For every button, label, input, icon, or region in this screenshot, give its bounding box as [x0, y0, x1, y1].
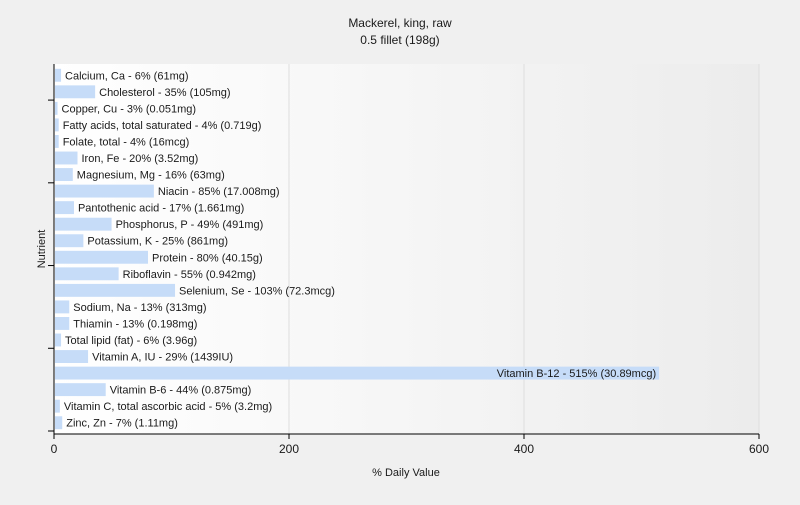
bar — [55, 399, 60, 413]
bar-label: Magnesium, Mg - 16% (63mg) — [77, 170, 225, 182]
bar — [55, 234, 84, 248]
x-tick-label: 600 — [749, 442, 769, 456]
bar-label: Sodium, Na - 13% (313mg) — [73, 302, 206, 314]
bar — [55, 250, 148, 264]
bar-label: Cholesterol - 35% (105mg) — [99, 87, 230, 99]
bar-label: Potassium, K - 25% (861mg) — [87, 236, 228, 248]
bar — [55, 283, 176, 297]
bar-label: Total lipid (fat) - 6% (3.96g) — [65, 335, 197, 347]
x-axis-title: % Daily Value — [372, 467, 440, 479]
bar-chart: Mackerel, king, raw 0.5 fillet (198g) Ca… — [36, 16, 769, 479]
chart-title: Mackerel, king, raw — [348, 16, 452, 30]
bar-label: Iron, Fe - 20% (3.52mg) — [82, 153, 199, 165]
bar — [55, 151, 78, 165]
bar — [55, 118, 59, 132]
bar — [55, 416, 63, 430]
bar-label: Copper, Cu - 3% (0.051mg) — [62, 103, 197, 115]
bar-label: Fatty acids, total saturated - 4% (0.719… — [63, 120, 262, 132]
bar-label: Vitamin B-6 - 44% (0.875mg) — [110, 385, 252, 397]
bar — [55, 350, 89, 363]
bar — [55, 135, 59, 148]
x-tick-label: 400 — [514, 442, 534, 456]
bar — [55, 101, 58, 115]
chart-root: Mackerel, king, raw 0.5 fillet (198g) Ca… — [0, 0, 800, 500]
bar — [55, 267, 119, 281]
chart-subtitle: 0.5 fillet (198g) — [360, 33, 439, 47]
bar-label: Zinc, Zn - 7% (1.11mg) — [66, 418, 178, 430]
bar-label: Vitamin B-12 - 515% (30.89mcg) — [497, 368, 656, 380]
bar — [55, 85, 96, 99]
bar — [55, 201, 74, 215]
y-axis-title: Nutrient — [36, 230, 48, 269]
bar — [55, 184, 154, 198]
bar — [55, 383, 106, 397]
bar — [55, 168, 73, 181]
bar — [55, 300, 70, 314]
bar-label: Thiamin - 13% (0.198mg) — [73, 318, 197, 330]
bar — [55, 217, 112, 231]
bar — [55, 68, 62, 82]
bar-label: Vitamin C, total ascorbic acid - 5% (3.2… — [64, 401, 272, 413]
bar — [55, 317, 70, 330]
bar-label: Riboflavin - 55% (0.942mg) — [123, 269, 256, 281]
bar-label: Selenium, Se - 103% (72.3mcg) — [179, 285, 335, 297]
bar — [55, 333, 62, 347]
bar-label: Niacin - 85% (17.008mg) — [158, 186, 280, 198]
x-tick-label: 200 — [279, 442, 299, 456]
bar-label: Folate, total - 4% (16mcg) — [63, 136, 190, 148]
bar-label: Calcium, Ca - 6% (61mg) — [65, 70, 188, 82]
bar-label: Phosphorus, P - 49% (491mg) — [116, 219, 264, 231]
x-tick-label: 0 — [51, 442, 58, 456]
bar-label: Vitamin A, IU - 29% (1439IU) — [92, 352, 233, 364]
bar-label: Pantothenic acid - 17% (1.661mg) — [78, 203, 244, 215]
bar-label: Protein - 80% (40.15g) — [152, 252, 263, 264]
